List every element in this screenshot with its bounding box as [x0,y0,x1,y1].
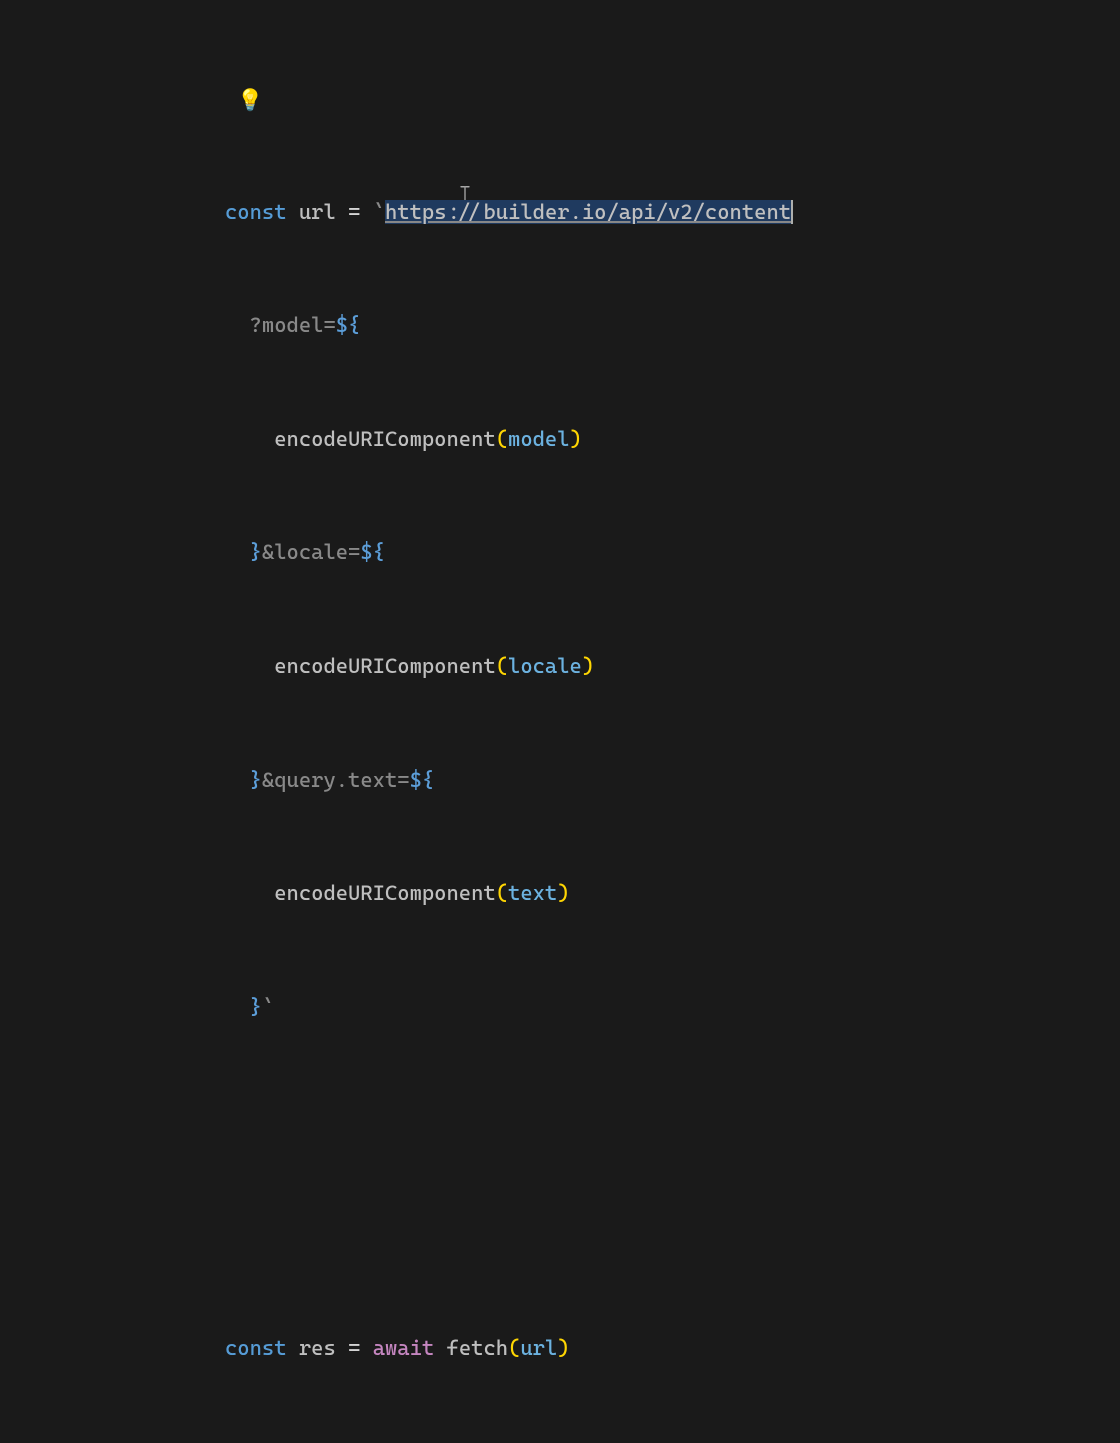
template-close: } [250,995,262,1019]
code-line-blank2[interactable] [225,1216,1120,1254]
backtick-close: ` [262,995,274,1019]
template-open: ${ [336,313,361,337]
paren-close: ) [582,654,594,678]
paren-open: ( [496,881,508,905]
template-open: ${ [410,768,435,792]
query-text: &locale= [262,540,360,564]
indent [225,768,250,792]
code-line-blank1[interactable] [225,1102,1120,1140]
space [287,200,299,224]
param-url: url [520,1336,557,1360]
indent [225,427,274,451]
code-line-1[interactable]: const url = `https://builder.io/api/v2/c… [225,194,1120,232]
space [287,1336,299,1360]
operator-eq: = [336,1336,373,1360]
code-line-2[interactable]: ?model=${ [225,307,1120,345]
space [434,1336,446,1360]
code-line-9[interactable]: const res = await fetch(url) [225,1330,1120,1368]
indent [225,995,250,1019]
template-close: } [250,768,262,792]
template-open: ${ [360,540,385,564]
param-text: text [508,881,557,905]
code-line-8[interactable]: }` [225,989,1120,1027]
lightbulb-icon[interactable]: 💡 [237,82,263,120]
keyword-const: const [225,1336,287,1360]
code-line-6[interactable]: }&query.text=${ [225,762,1120,800]
code-content[interactable]: const url = `https://builder.io/api/v2/c… [225,118,1120,1443]
indent [225,881,274,905]
indent [225,540,250,564]
code-line-7[interactable]: encodeURIComponent(text) [225,875,1120,913]
indent [225,654,274,678]
query-text: &query.text= [262,768,410,792]
template-close: } [250,540,262,564]
keyword-const: const [225,200,287,224]
identifier-url: url [299,200,336,224]
code-line-5[interactable]: encodeURIComponent(locale) [225,648,1120,686]
code-line-4[interactable]: }&locale=${ [225,534,1120,572]
function-encode: encodeURIComponent [274,654,495,678]
paren-close: ) [557,881,569,905]
param-locale: locale [508,654,582,678]
paren-open: ( [508,1336,520,1360]
query-text: ?model= [250,313,336,337]
function-encode: encodeURIComponent [274,881,495,905]
keyword-await: await [373,1336,435,1360]
identifier-res: res [299,1336,336,1360]
operator-eq: = [336,200,373,224]
paren-close: ) [557,1336,569,1360]
selected-url-text[interactable]: https://builder.io/api/v2/content [385,200,793,224]
code-line-3[interactable]: encodeURIComponent(model) [225,421,1120,459]
indent [225,313,250,337]
paren-close: ) [570,427,582,451]
paren-open: ( [496,654,508,678]
param-model: model [508,427,570,451]
backtick-open: ` [373,200,385,224]
function-encode: encodeURIComponent [274,427,495,451]
code-editor[interactable]: 💡 const url = `https://builder.io/api/v2… [0,0,1120,1443]
paren-open: ( [496,427,508,451]
function-fetch: fetch [447,1336,509,1360]
